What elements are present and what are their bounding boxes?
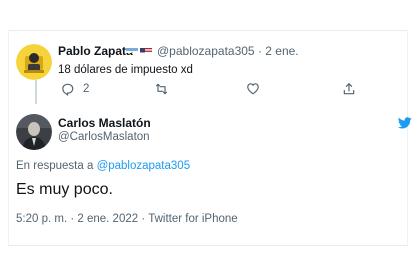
reply-to-mention-link[interactable]: @pablozapata305 [97, 160, 191, 172]
share-button[interactable] [342, 82, 356, 96]
tweet1-handle-date[interactable]: @pablozapata305 · 2 ene. [157, 44, 299, 58]
retweet-icon [154, 82, 169, 96]
separator-dot: · [70, 213, 75, 225]
twitter-bird-icon[interactable] [397, 116, 412, 134]
usa-flag-icon [140, 44, 152, 53]
reply-icon [60, 82, 75, 96]
tweet2-date[interactable]: 2 ene. 2022 [77, 213, 138, 225]
tweet1-author-name[interactable]: Pablo Zapata [58, 44, 133, 58]
avatar-carlos-maslaton[interactable] [16, 114, 52, 150]
tweet1-handle[interactable]: @pablozapata305 [157, 44, 255, 58]
reply-prefix: En respuesta a [16, 160, 94, 172]
like-button[interactable] [246, 82, 260, 95]
reply-button[interactable]: 2 [60, 82, 89, 96]
thread-connector-line [35, 80, 37, 104]
tweet2-handle[interactable]: @CarlosMaslaton [58, 131, 150, 143]
tweet1-date[interactable]: 2 ene. [265, 44, 298, 58]
reply-count: 2 [83, 83, 90, 95]
heart-icon [246, 82, 260, 95]
author-flags [126, 44, 152, 53]
separator-dot: · [257, 44, 262, 58]
retweet-button[interactable] [154, 82, 169, 96]
tweet1-text: 18 dólares de impuesto xd [58, 64, 193, 76]
share-icon [342, 82, 356, 96]
tweet2-text: Es muy poco. [16, 181, 113, 198]
in-reply-to-line: En respuesta a @pablozapata305 [16, 160, 190, 172]
tweet1-action-bar: 2 [58, 82, 358, 98]
separator-dot: · [141, 213, 146, 225]
tweet2-author-name[interactable]: Carlos Maslatón [58, 116, 151, 130]
tweet2-time[interactable]: 5:20 p. m. [16, 213, 67, 225]
avatar-pablo-zapata[interactable] [16, 44, 52, 80]
tweet2-metadata: 5:20 p. m. · 2 ene. 2022 · Twitter for i… [16, 213, 238, 225]
tweet2-source[interactable]: Twitter for iPhone [148, 213, 237, 225]
argentina-flag-icon [126, 44, 138, 53]
